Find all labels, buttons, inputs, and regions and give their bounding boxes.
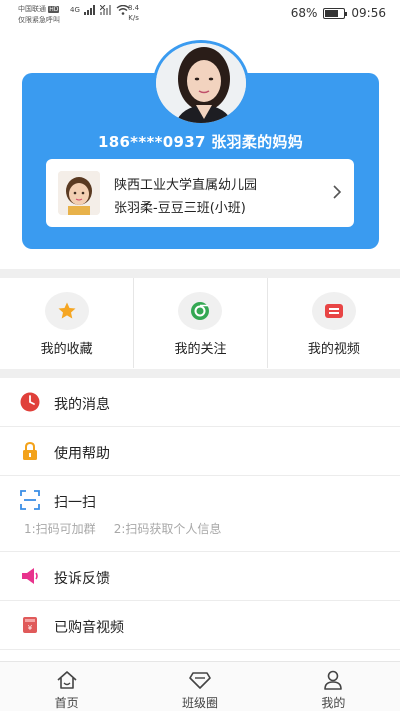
menu-list: 我的消息 使用帮助 扫一扫 1:扫码可加群 2:扫码获取个人信息 投诉反馈 ¥ … <box>0 378 400 650</box>
my-videos-button[interactable]: 我的视频 <box>266 278 400 368</box>
child-avatar <box>58 171 100 215</box>
video-ticket-icon <box>324 304 343 318</box>
nav-class-circle[interactable]: 班级圈 <box>133 662 266 711</box>
user-icon <box>324 670 343 690</box>
chrome-icon <box>191 302 210 320</box>
speed-unit: K/s <box>128 14 139 22</box>
battery-percent: 68% <box>290 6 318 20</box>
scan-icon <box>20 490 40 510</box>
hd-badge: HD <box>48 6 60 13</box>
quick-actions: 我的收藏 我的关注 我的视频 <box>0 278 400 368</box>
messages-label: 我的消息 <box>54 397 110 413</box>
videos-label: 我的视频 <box>307 342 360 357</box>
nav-home[interactable]: 首页 <box>0 662 133 711</box>
network-type: 4G <box>70 6 80 14</box>
star-icon <box>58 302 76 319</box>
following-button[interactable]: 我的关注 <box>133 278 266 368</box>
favorites-button[interactable]: 我的收藏 <box>0 278 133 368</box>
section-divider <box>0 269 400 278</box>
diamond-icon <box>189 672 211 689</box>
scan-hint-info: 2:扫码获取个人信息 <box>113 522 222 536</box>
status-bar: 中国联通 HD 仅限紧急呼叫 4G 8.4 K/s 68% 09:56 <box>0 0 400 30</box>
megaphone-icon <box>22 568 38 584</box>
parent-avatar[interactable] <box>153 40 249 126</box>
child-card[interactable]: 陕西工业大学直属幼儿园 张羽柔-豆豆三班(小班) <box>46 159 354 227</box>
nav-mine[interactable]: 我的 <box>267 662 400 711</box>
lock-icon <box>23 441 37 460</box>
nav-mine-label: 我的 <box>321 696 346 710</box>
scan-label: 扫一扫 <box>54 495 96 511</box>
nav-class-circle-label: 班级圈 <box>181 696 218 710</box>
status-right: 68% 09:56 <box>291 6 386 20</box>
favorites-icon-bg <box>44 292 89 330</box>
battery-fill <box>325 9 338 17</box>
purchased-label: 已购音视频 <box>54 620 124 636</box>
chevron-right-icon <box>333 185 342 199</box>
network-speed: 8.4 K/s <box>128 3 139 23</box>
parent-name: 186****0937 张羽柔的妈妈 <box>97 133 304 151</box>
videos-icon-bg <box>311 292 356 330</box>
scan-hint-group: 1:扫码可加群 <box>24 522 96 536</box>
svg-text:¥: ¥ <box>28 624 33 632</box>
menu-item-purchased[interactable]: ¥ 已购音视频 <box>0 601 400 650</box>
favorites-label: 我的收藏 <box>40 342 93 357</box>
nav-home-label: 首页 <box>54 696 79 710</box>
carrier-name: 中国联通 <box>18 5 46 13</box>
home-icon <box>57 671 77 689</box>
clock-icon <box>20 392 40 412</box>
speed-value: 8.4 <box>128 4 140 12</box>
bottom-nav: 首页 班级圈 我的 <box>0 661 400 711</box>
school-name: 陕西工业大学直属幼儿园 <box>114 178 258 193</box>
scan-hints: 1:扫码可加群 2:扫码获取个人信息 <box>24 520 221 537</box>
signal-icons: 4G <box>70 5 130 15</box>
menu-item-messages[interactable]: 我的消息 <box>0 378 400 427</box>
signal-icon <box>83 5 95 15</box>
section-divider <box>0 369 400 378</box>
menu-item-help[interactable]: 使用帮助 <box>0 427 400 476</box>
following-label: 我的关注 <box>174 342 227 357</box>
clock: 09:56 <box>351 6 386 20</box>
no-signal-icon <box>99 5 111 15</box>
carrier-info: 中国联通 HD 仅限紧急呼叫 <box>18 4 60 25</box>
menu-item-scan[interactable]: 扫一扫 1:扫码可加群 2:扫码获取个人信息 <box>0 476 400 552</box>
purchase-icon: ¥ <box>23 617 37 633</box>
following-icon-bg <box>178 292 223 330</box>
menu-item-feedback[interactable]: 投诉反馈 <box>0 552 400 601</box>
profile-page: 中国联通 HD 仅限紧急呼叫 4G 8.4 K/s 68% 09:56 186*… <box>0 0 400 711</box>
feedback-label: 投诉反馈 <box>54 571 110 587</box>
child-class: 张羽柔-豆豆三班(小班) <box>114 201 246 216</box>
battery-icon <box>323 7 348 19</box>
help-label: 使用帮助 <box>54 446 110 462</box>
emergency-text: 仅限紧急呼叫 <box>18 16 60 24</box>
